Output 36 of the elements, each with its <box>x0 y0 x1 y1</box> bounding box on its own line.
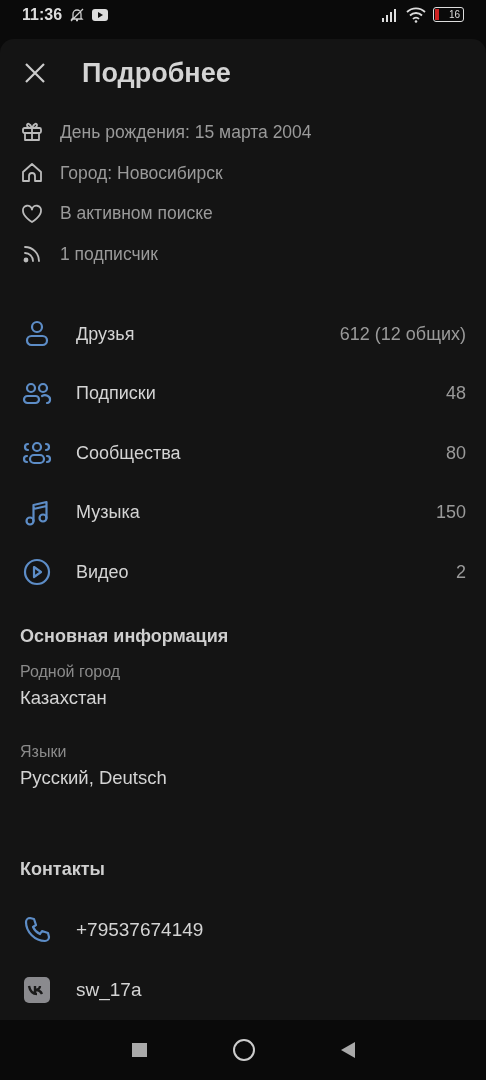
info-text: Город: Новосибирск <box>60 162 223 184</box>
info-text: В активном поиске <box>60 203 213 225</box>
counter-row[interactable]: Сообщества 80 <box>20 423 466 483</box>
counter-value: 150 <box>435 502 466 524</box>
info-text: 1 подписчик <box>60 243 158 265</box>
field-value: Казахстан <box>20 687 108 709</box>
wifi-icon <box>406 6 426 23</box>
play-icon <box>92 8 109 21</box>
phone-icon <box>22 915 52 945</box>
counter-value: 2 <box>456 561 466 583</box>
home-button[interactable] <box>232 1039 255 1061</box>
counter-row[interactable]: Подписки 48 <box>20 364 466 424</box>
counter-value: 80 <box>445 442 466 464</box>
status-time: 11:36 <box>22 5 63 24</box>
recents-button[interactable] <box>131 1043 147 1057</box>
counter-value: 612 (12 общих) <box>339 323 466 345</box>
section-title: Контакты <box>20 859 106 880</box>
field-value: Русский, Deutsch <box>20 767 168 789</box>
signal-icon <box>381 7 399 22</box>
back-button[interactable] <box>340 1042 355 1058</box>
counter-row[interactable]: Видео 2 <box>20 542 466 602</box>
battery-indicator: 16 <box>433 7 464 23</box>
field-label: Родной город <box>20 663 122 681</box>
counter-row[interactable]: Друзья 612 (12 общих) <box>20 304 466 364</box>
counter-value: 48 <box>445 383 466 405</box>
contact-link[interactable]: sw_17a <box>76 979 142 1001</box>
logo-icon <box>22 975 52 1005</box>
field-label: Языки <box>20 743 68 761</box>
muted-bell-icon <box>69 6 86 23</box>
house-icon <box>20 161 44 185</box>
contact-link[interactable]: +79537674149 <box>76 919 204 941</box>
section-title: Основная информация <box>20 626 230 647</box>
play-circle-icon <box>22 557 52 588</box>
counter-row[interactable]: Музыка 150 <box>20 483 466 543</box>
info-text: День рождения: 15 марта 2004 <box>60 121 312 143</box>
page-title: Подробнее <box>82 57 231 89</box>
